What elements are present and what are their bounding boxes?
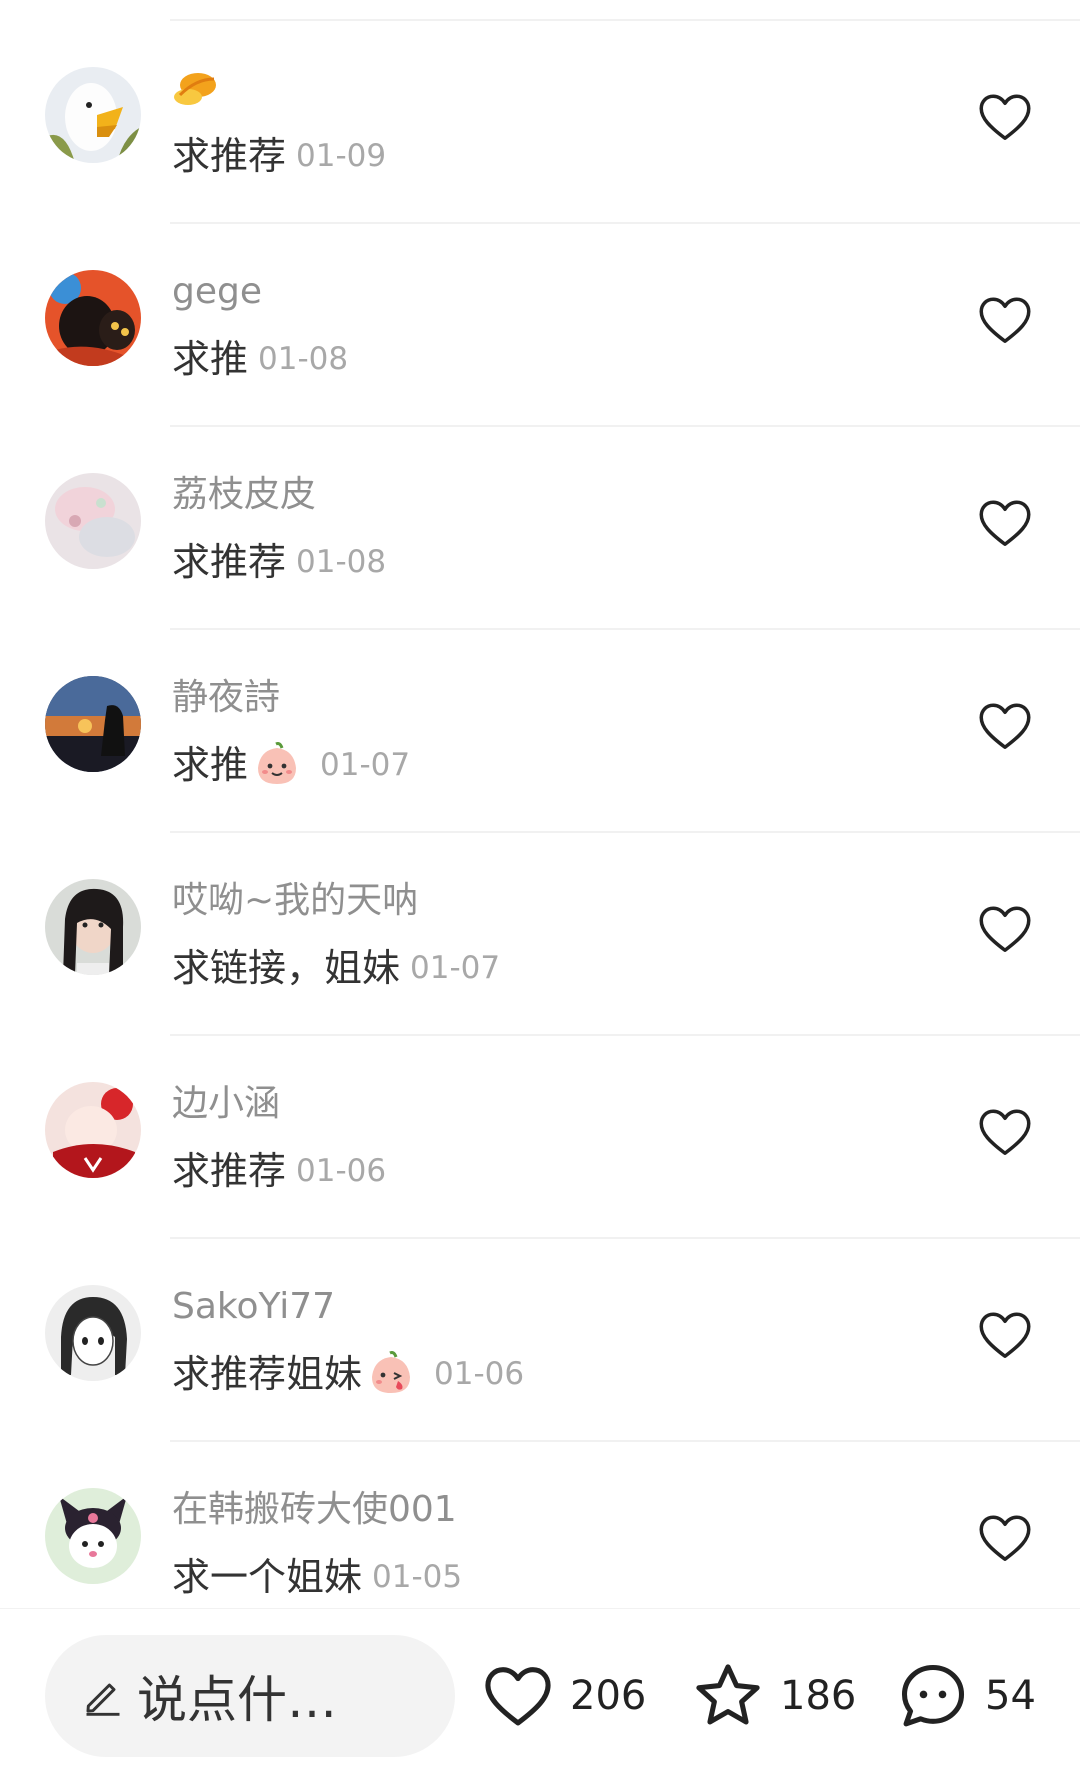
comment-item[interactable]: 哎呦~我的天呐 求链接，姐妹 01-07 xyxy=(0,833,1080,1036)
heart-outline-icon xyxy=(979,500,1031,546)
like-button[interactable] xyxy=(975,899,1035,959)
comment-list[interactable]: 求推荐 01-09 gege 求推 01-08 荔枝皮皮 求推荐 01-08 静… xyxy=(0,0,1080,1608)
comment-date: 01-07 xyxy=(410,950,501,986)
heart-outline-icon xyxy=(979,1312,1031,1358)
heart-outline-icon xyxy=(979,94,1031,140)
commenter-name[interactable]: 哎呦~我的天呐 xyxy=(172,878,418,924)
peach-sticker-icon xyxy=(258,742,297,784)
heart-outline-icon xyxy=(979,703,1031,749)
like-post-button[interactable]: 206 xyxy=(480,1651,646,1741)
avatar[interactable] xyxy=(45,67,141,163)
bottom-action-bar: 说点什… 206 186 54 xyxy=(0,1608,1080,1782)
favorite-count: 186 xyxy=(780,1673,857,1719)
comment-date: 01-05 xyxy=(372,1559,463,1595)
like-button[interactable] xyxy=(975,1305,1035,1365)
avatar[interactable] xyxy=(45,1488,141,1584)
comment-item[interactable]: 在韩搬砖大使001 求一个姐妹 01-05 xyxy=(0,1442,1080,1608)
comment-date: 01-08 xyxy=(258,341,349,377)
comment-text: 求链接，姐妹 xyxy=(172,946,401,990)
comment-text: 求推 xyxy=(172,743,249,787)
comments-button[interactable]: 54 xyxy=(895,1651,1036,1741)
avatar[interactable] xyxy=(45,1285,141,1381)
comment-text: 求推 xyxy=(172,337,249,381)
comment-item[interactable]: 荔枝皮皮 求推荐 01-08 xyxy=(0,427,1080,630)
commenter-name[interactable]: gege xyxy=(172,269,262,315)
like-button[interactable] xyxy=(975,1508,1035,1568)
comment-item[interactable]: 求推荐 01-09 xyxy=(0,21,1080,224)
comment-input-placeholder: 说点什… xyxy=(137,1671,337,1729)
pen-icon xyxy=(86,1683,120,1716)
commenter-name[interactable]: 边小涵 xyxy=(172,1081,280,1127)
comment-item[interactable]: 边小涵 求推荐 01-06 xyxy=(0,1036,1080,1239)
comment-count: 54 xyxy=(985,1673,1036,1719)
commenter-name[interactable]: SakoYi77 xyxy=(172,1284,335,1330)
comment-item[interactable]: 静夜詩 求推 01-07 xyxy=(0,630,1080,833)
peach-sticker-icon xyxy=(372,1351,411,1393)
comment-text: 求推荐姐妹 xyxy=(172,1352,363,1396)
avatar[interactable] xyxy=(45,879,141,975)
star-outline-icon xyxy=(696,1664,760,1725)
like-button[interactable] xyxy=(975,1102,1035,1162)
comment-text: 求推荐 xyxy=(172,540,287,584)
comment-item[interactable]: gege 求推 01-08 xyxy=(0,224,1080,427)
comment-text: 求推荐 xyxy=(172,134,287,178)
favorite-button[interactable]: 186 xyxy=(690,1651,856,1741)
chat-bubble-icon xyxy=(901,1664,965,1727)
heart-outline-icon xyxy=(485,1667,551,1726)
comment-item[interactable]: SakoYi77 求推荐姐妹 01-06 xyxy=(0,1239,1080,1442)
heart-outline-icon xyxy=(979,1109,1031,1155)
comment-date: 01-09 xyxy=(296,138,387,174)
avatar[interactable] xyxy=(45,473,141,569)
like-button[interactable] xyxy=(975,696,1035,756)
comment-date: 01-08 xyxy=(296,544,387,580)
commenter-name[interactable]: 在韩搬砖大使001 xyxy=(172,1487,457,1533)
like-count: 206 xyxy=(570,1673,647,1719)
comment-date: 01-06 xyxy=(296,1153,387,1189)
like-button[interactable] xyxy=(975,290,1035,350)
like-button[interactable] xyxy=(975,87,1035,147)
comment-date: 01-06 xyxy=(434,1356,525,1392)
comment-text: 求一个姐妹 xyxy=(172,1555,363,1599)
avatar[interactable] xyxy=(45,676,141,772)
heart-outline-icon xyxy=(979,906,1031,952)
commenter-name[interactable]: 静夜詩 xyxy=(172,675,280,721)
comment-text: 求推荐 xyxy=(172,1149,287,1193)
sticker-icon xyxy=(174,73,216,105)
commenter-name[interactable]: 荔枝皮皮 xyxy=(172,472,316,518)
like-button[interactable] xyxy=(975,493,1035,553)
heart-outline-icon xyxy=(979,1515,1031,1561)
heart-outline-icon xyxy=(979,297,1031,343)
comment-date: 01-07 xyxy=(320,747,411,783)
avatar[interactable] xyxy=(45,1082,141,1178)
avatar[interactable] xyxy=(45,270,141,366)
comment-input[interactable]: 说点什… xyxy=(45,1635,455,1757)
